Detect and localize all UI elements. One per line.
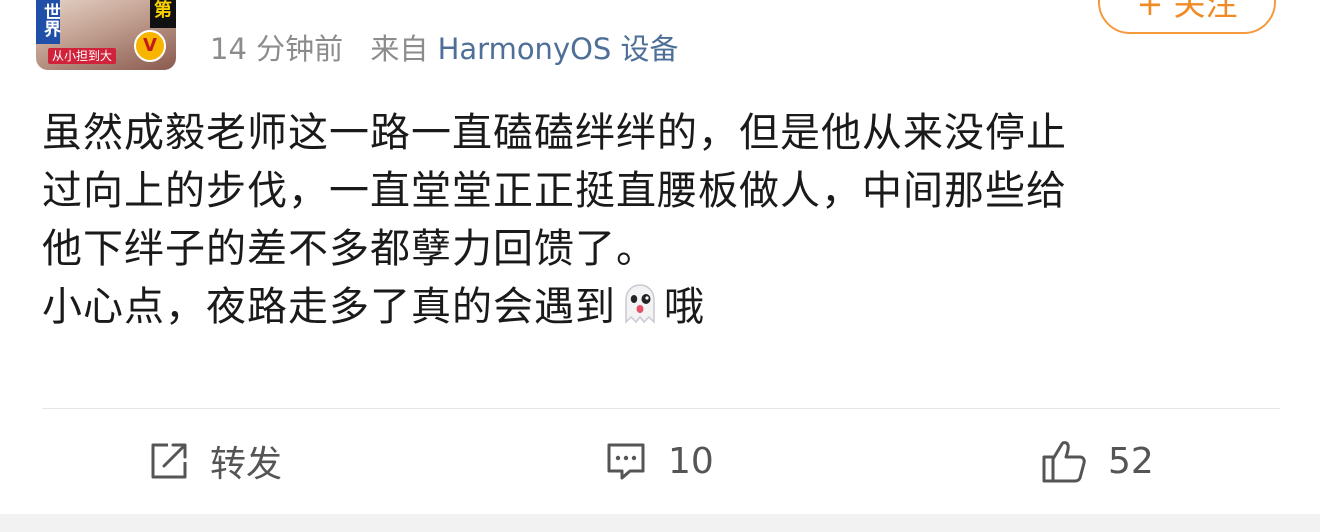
avatar[interactable]: 世界 第 从小担到大 V bbox=[36, 0, 176, 70]
divider bbox=[42, 408, 1280, 409]
post-line-1: 虽然成毅老师这一路一直磕磕绊绊的，但是他从来没停止 bbox=[42, 110, 1067, 156]
avatar-tag-right: 第 bbox=[150, 0, 176, 28]
post-meta: 14 分钟前 来自 HarmonyOS 设备 bbox=[210, 26, 679, 68]
repost-icon bbox=[151, 443, 187, 479]
post-line-4: 小心点，夜路走多了真的会遇到 哦 bbox=[42, 278, 1282, 336]
comment-icon bbox=[607, 443, 645, 480]
like-button[interactable]: 52 bbox=[1040, 438, 1154, 484]
ghost-emoji-icon bbox=[625, 284, 655, 324]
comment-button[interactable]: 10 bbox=[604, 438, 714, 484]
post-source-device[interactable]: HarmonyOS 设备 bbox=[438, 32, 679, 66]
post-line-2: 过向上的步伐，一直堂堂正正挺直腰板做人，中间那些给 bbox=[42, 168, 1067, 214]
avatar-ribbon: 从小担到大 bbox=[48, 48, 117, 64]
comment-count: 10 bbox=[668, 440, 714, 482]
like-count: 52 bbox=[1108, 440, 1154, 482]
avatar-tag-left: 世界 bbox=[36, 0, 60, 44]
follow-button[interactable]: + 关注 bbox=[1098, 0, 1276, 34]
post-time: 14 分钟前 bbox=[210, 32, 344, 66]
thumbs-up-icon bbox=[1042, 441, 1086, 483]
bottom-strip bbox=[0, 514, 1320, 532]
repost-label: 转发 bbox=[210, 444, 283, 485]
post-line-3: 他下绊子的差不多都孽力回馈了。 bbox=[42, 226, 657, 272]
post-content: 虽然成毅老师这一路一直磕磕绊绊的，但是他从来没停止 过向上的步伐，一直堂堂正正挺… bbox=[42, 104, 1282, 336]
post-line-4-text: 小心点，夜路走多了真的会遇到 bbox=[42, 284, 616, 330]
verified-badge-icon: V bbox=[134, 30, 166, 62]
post-line-4-end: 哦 bbox=[664, 284, 705, 330]
repost-button[interactable]: 转发 bbox=[148, 438, 283, 485]
post-source-prefix: 来自 bbox=[370, 32, 429, 66]
